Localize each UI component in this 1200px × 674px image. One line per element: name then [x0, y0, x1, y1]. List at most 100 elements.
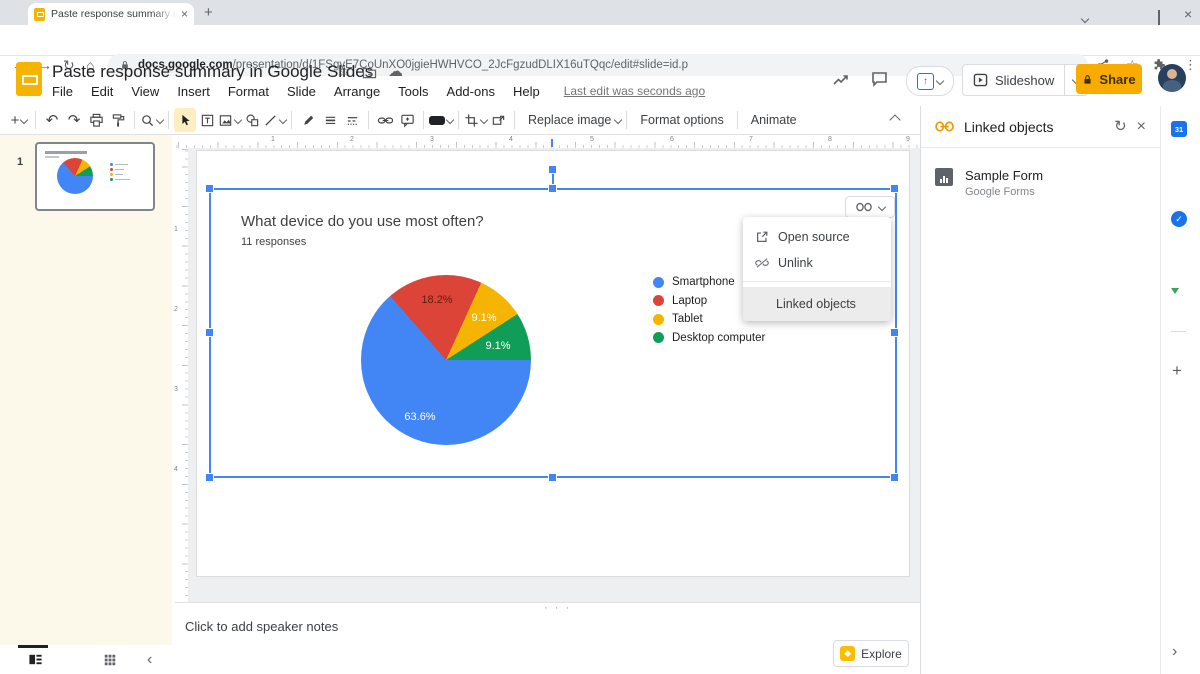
undo-button[interactable]: ↶: [41, 108, 63, 132]
notes-resize-handle[interactable]: · · ·: [544, 602, 571, 614]
slide-filmstrip: [0, 135, 172, 645]
new-slide-button[interactable]: +: [8, 108, 30, 132]
account-avatar[interactable]: [1158, 64, 1186, 92]
calendar-icon[interactable]: 31: [1171, 121, 1187, 137]
linked-item-subtitle: Google Forms: [965, 186, 1035, 198]
explore-icon: ◆: [840, 646, 856, 661]
linked-chart-chip[interactable]: [845, 196, 895, 218]
slide-thumbnail[interactable]: [35, 142, 155, 211]
reset-image-button[interactable]: [487, 108, 509, 132]
menu-arrange[interactable]: Arrange: [334, 84, 380, 99]
menu-file[interactable]: File: [52, 84, 73, 99]
menu-item-open-source[interactable]: Open source: [743, 224, 891, 250]
tasks-icon[interactable]: ✓: [1171, 211, 1187, 227]
panel-close-icon[interactable]: ×: [1137, 118, 1146, 135]
zoom-button[interactable]: [140, 108, 165, 132]
collapse-filmstrip-icon[interactable]: ‹: [147, 651, 152, 668]
explore-button[interactable]: ◆ Explore: [833, 640, 909, 667]
restore-button[interactable]: [1158, 10, 1160, 26]
filmstrip-view-icon[interactable]: [28, 652, 43, 667]
add-comment-button[interactable]: [396, 108, 418, 132]
animate-button[interactable]: Animate: [743, 108, 805, 132]
saved-cloud-icon[interactable]: ☁: [388, 64, 403, 79]
menu-addons[interactable]: Add-ons: [447, 84, 495, 99]
move-to-folder-icon[interactable]: [362, 66, 377, 79]
resize-handle-e[interactable]: [891, 329, 898, 336]
tab-title: Paste response summary in Goo: [51, 8, 177, 20]
border-weight-button[interactable]: [319, 108, 341, 132]
crop-image-button[interactable]: [464, 108, 489, 132]
link-icon: [855, 202, 872, 212]
slides-favicon-icon: [34, 7, 45, 21]
replace-image-button[interactable]: Replace image: [520, 108, 623, 132]
menu-insert[interactable]: Insert: [177, 84, 210, 99]
insert-line-button[interactable]: [263, 108, 288, 132]
doc-title[interactable]: Paste response summary in Google Slides: [52, 62, 373, 82]
resize-handle-n[interactable]: [549, 185, 556, 192]
present-to-meeting-icon: ↑: [917, 72, 934, 90]
linked-object-item[interactable]: Sample Form Google Forms: [921, 148, 1160, 198]
resize-handle-nw[interactable]: [206, 185, 213, 192]
chip-caret-icon[interactable]: [877, 202, 886, 212]
comment-history-icon[interactable]: [871, 71, 888, 87]
maps-icon[interactable]: [1171, 288, 1179, 311]
mask-image-icon: [429, 115, 445, 125]
insert-line-caret-icon: [278, 115, 288, 125]
print-button[interactable]: [85, 108, 107, 132]
present-button[interactable]: ↑: [906, 66, 954, 96]
menu-slide[interactable]: Slide: [287, 84, 316, 99]
tab-search-icon[interactable]: [1080, 11, 1090, 25]
insert-image-button[interactable]: [218, 108, 243, 132]
ruler-selection-marker: [551, 139, 553, 147]
slides-logo[interactable]: [16, 62, 42, 96]
close-window-button[interactable]: ×: [1184, 6, 1192, 22]
redo-button[interactable]: ↷: [63, 108, 85, 132]
resize-handle-s[interactable]: [549, 474, 556, 481]
share-button[interactable]: Share: [1076, 64, 1142, 94]
browser-menu-icon[interactable]: ⋮: [1184, 58, 1197, 71]
menu-item-unlink[interactable]: Unlink: [743, 250, 891, 276]
slide-canvas[interactable]: What device do you use most often? 11 re…: [188, 148, 920, 602]
insert-link-button[interactable]: [374, 108, 396, 132]
last-edit-link[interactable]: Last edit was seconds ago: [564, 84, 705, 99]
select-tool-button[interactable]: [174, 108, 196, 132]
activity-trend-icon[interactable]: [832, 71, 850, 87]
text-box-button[interactable]: [196, 108, 218, 132]
menu-view[interactable]: View: [131, 84, 159, 99]
browser-tab[interactable]: Paste response summary in Goo ×: [28, 3, 194, 25]
rotate-handle[interactable]: [549, 166, 556, 173]
horizontal-ruler: 1 2 3 4 5 6 7 8 9: [172, 135, 920, 148]
menu-format[interactable]: Format: [228, 84, 269, 99]
present-caret-icon[interactable]: [935, 76, 945, 86]
open-in-new-icon: [757, 231, 768, 242]
format-options-button[interactable]: Format options: [632, 108, 731, 132]
insert-shape-button[interactable]: [241, 108, 263, 132]
unlink-icon: [755, 257, 769, 269]
collapse-toolbar-button[interactable]: [884, 108, 906, 132]
notes-placeholder[interactable]: Click to add speaker notes: [185, 619, 338, 634]
expand-panel-icon[interactable]: ›: [1172, 644, 1177, 660]
menu-item-linked-objects[interactable]: Linked objects: [743, 287, 891, 321]
get-addons-icon[interactable]: +: [1172, 362, 1182, 379]
linked-objects-panel: Linked objects ↻ × Sample Form Google Fo…: [920, 106, 1160, 674]
grid-view-icon[interactable]: [103, 653, 117, 667]
resize-handle-sw[interactable]: [206, 474, 213, 481]
paint-format-button[interactable]: [107, 108, 129, 132]
menu-tools[interactable]: Tools: [398, 84, 428, 99]
mask-image-button[interactable]: [429, 108, 455, 132]
menu-help[interactable]: Help: [513, 84, 540, 99]
slideshow-button[interactable]: Slideshow: [962, 64, 1089, 96]
new-tab-button[interactable]: +: [204, 5, 213, 20]
thumb-legend-dot: [110, 173, 113, 176]
resize-handle-ne[interactable]: [891, 185, 898, 192]
star-document-icon[interactable]: ☆: [338, 64, 351, 78]
thumb-legend-dot: [110, 163, 113, 166]
border-dash-button[interactable]: [341, 108, 363, 132]
refresh-icon[interactable]: ↻: [1114, 119, 1127, 134]
tab-close-icon[interactable]: ×: [181, 7, 188, 21]
resize-handle-se[interactable]: [891, 474, 898, 481]
toolbar: + ↶ ↷ Replace image Format options Anima…: [0, 106, 920, 135]
border-color-button[interactable]: [297, 108, 319, 132]
resize-handle-w[interactable]: [206, 329, 213, 336]
menu-edit[interactable]: Edit: [91, 84, 113, 99]
